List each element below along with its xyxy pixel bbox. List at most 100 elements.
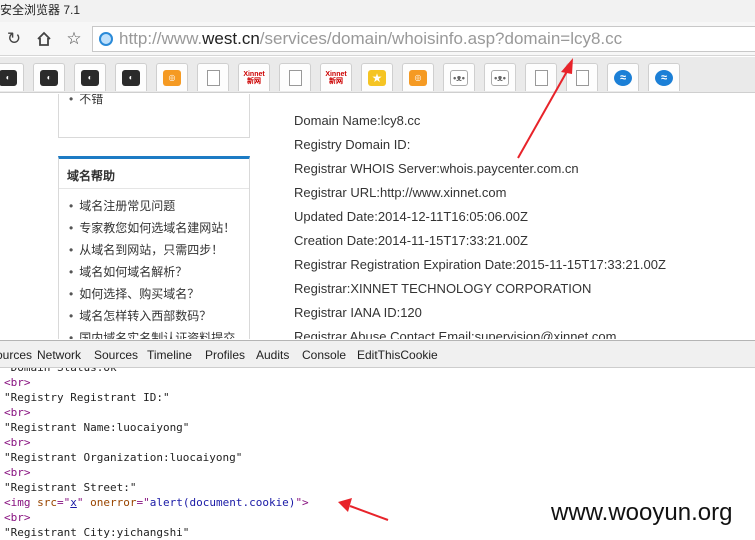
browser-tab[interactable]: •ᴥ• (484, 63, 516, 91)
xinnet-favicon-icon: Xinnet 新网 (243, 69, 265, 86)
url-prefix: http://www. (119, 29, 203, 48)
page-content: 不错 域名帮助 域名注册常见问题专家教您如何选域名建网站！从域名到网站，只需四步… (0, 94, 755, 339)
dark-favicon-icon: ◐ (81, 69, 99, 86)
browser-tab[interactable] (197, 63, 229, 91)
domain-help-link[interactable]: 如何选择、购买域名？ (69, 283, 249, 305)
br-tag-line: <br> (4, 406, 31, 419)
title-bar: 安全浏览器 7.1 (0, 0, 755, 22)
domain-help-link[interactable]: 域名注册常见问题 (69, 195, 249, 217)
cat-favicon-icon: •ᴥ• (450, 69, 468, 86)
devtools-tab[interactable]: Timeline (147, 348, 192, 362)
domain-help-list: 域名注册常见问题专家教您如何选域名建网站！从域名到网站，只需四步！域名如何域名解… (59, 189, 249, 339)
browser-tab[interactable]: Xinnet 新网 (238, 63, 270, 91)
page-favicon-icon (288, 69, 302, 86)
onerror-equals: =" (136, 496, 150, 509)
img-tag-close: "> (295, 496, 309, 509)
browser-tab[interactable]: ★ (361, 63, 393, 91)
reload-icon[interactable]: ↻ (4, 29, 24, 49)
br-tag-line: <br> (4, 436, 31, 449)
url-domain: west.cn (202, 29, 260, 48)
browser-tab[interactable]: ≈ (607, 63, 639, 91)
domain-help-link[interactable]: 域名如何域名解析？ (69, 261, 249, 283)
bookmark-star-icon[interactable]: ☆ (64, 29, 84, 49)
br-tag-line: <br> (4, 376, 31, 389)
devtools-tab-bar: ources Network Sources Timeline Profiles Audi… (0, 340, 755, 368)
text-node-line: "Registrant Organization:luocaiyong" (4, 451, 243, 464)
src-equals: =" (57, 496, 71, 509)
src-quote: " (76, 496, 91, 509)
browser-tab[interactable] (566, 63, 598, 91)
browser-tab[interactable] (279, 63, 311, 91)
site-globe-icon (99, 32, 113, 46)
browser-tab[interactable]: ◎ (156, 63, 188, 91)
browser-tab[interactable]: ≈ (648, 63, 680, 91)
devtools-tab[interactable]: Console (302, 348, 346, 362)
browser-tab[interactable] (525, 63, 557, 91)
browser-tab[interactable]: ◐ (115, 63, 147, 91)
home-icon[interactable] (34, 29, 54, 49)
onerror-attribute: onerror (90, 496, 137, 509)
whois-line: Creation Date:2014-11-15T17:33:21.00Z (294, 233, 528, 248)
xinnet-logo-bottom: 新网 (247, 77, 261, 85)
domain-help-link[interactable]: 从域名到网站，只需四步！ (69, 239, 249, 261)
orange-favicon-icon: ◎ (163, 69, 181, 86)
domain-help-link[interactable]: 国内域名实名制认证资料提交 (69, 327, 249, 339)
img-tag-open: <img (4, 496, 38, 509)
browser-tab[interactable]: ◎ (402, 63, 434, 91)
domain-help-link[interactable]: 专家教您如何选域名建网站！ (69, 217, 249, 239)
onerror-value: alert(document.cookie) (149, 496, 296, 509)
whois-line: Registrar Abuse Contact Email:supervisio… (294, 329, 617, 339)
browser-tab[interactable]: Xinnet 新网 (320, 63, 352, 91)
whois-line: Registrar Registration Expiration Date:2… (294, 257, 666, 272)
browser-tab[interactable]: •ᴥ• (443, 63, 475, 91)
browser-tab[interactable]: ◐ (74, 63, 106, 91)
xinnet-logo-top: Xinnet (325, 70, 347, 78)
whois-line: Updated Date:2014-12-11T16:05:06.00Z (294, 209, 528, 224)
text-node-line: "Registry Registrant ID:" (4, 391, 170, 404)
window-title: 安全浏览器 7.1 (0, 3, 81, 17)
devtools-tab[interactable]: Profiles (205, 348, 245, 362)
whois-line: Registrar IANA ID:120 (294, 305, 422, 320)
whois-line: Registrar WHOIS Server:whois.paycenter.c… (294, 161, 579, 176)
whois-info: Domain Name:lcy8.cc Registry Domain ID: Re… (294, 112, 666, 339)
devtools-tab[interactable]: Audits (256, 348, 289, 362)
dark-favicon-icon: ◐ (122, 69, 140, 86)
domain-help-link[interactable]: 域名怎样转入西部数码？ (69, 305, 249, 327)
page-favicon-icon (534, 69, 548, 86)
browser-tab[interactable]: ◐ (33, 63, 65, 91)
navigation-bar: ↻ ☆ http://www.west.cn/services/domain/w… (0, 22, 755, 56)
text-node-line: "Registrant Street:" (4, 481, 137, 494)
page-favicon-icon (575, 69, 589, 86)
text-node-line: "Domain Status:ok" (4, 368, 123, 375)
text-node-line: "Registrant City:yichangshi" (4, 526, 190, 539)
watermark: www.wooyun.org (551, 499, 733, 526)
browser-tab[interactable]: ◐ (0, 63, 24, 91)
devtools-tab[interactable]: Network (37, 348, 81, 362)
dark-favicon-icon: ◐ (40, 69, 58, 86)
text-node-line: "Registrant Name:luocaiyong" (4, 421, 190, 434)
devtools-tab[interactable]: ources (0, 348, 32, 362)
xinnet-logo-bottom: 新网 (329, 77, 343, 85)
blue-favicon-icon: ≈ (655, 69, 673, 86)
xinnet-favicon-icon: Xinnet 新网 (325, 69, 347, 86)
devtools-tab[interactable]: EditThisCookie (357, 348, 438, 362)
page-favicon-icon (206, 69, 220, 86)
whois-line: Registrar:XINNET TECHNOLOGY CORPORATION (294, 281, 592, 296)
orange-favicon-icon: ◎ (409, 69, 427, 86)
br-tag-line: <br> (4, 466, 31, 479)
devtools-tab[interactable]: Sources (94, 348, 138, 362)
domain-help-title: 域名帮助 (59, 159, 249, 189)
xinnet-logo-top: Xinnet (243, 70, 265, 78)
url-path: /services/domain/whoisinfo.asp?domain=lc… (259, 29, 623, 48)
src-value[interactable]: x (70, 496, 77, 509)
br-tag-line: <br> (4, 511, 31, 524)
cat-favicon-icon: •ᴥ• (491, 69, 509, 86)
sidebar-box-top: 不错 (58, 94, 250, 138)
whois-line: Registry Domain ID: (294, 137, 411, 152)
whois-line: Domain Name:lcy8.cc (294, 113, 421, 128)
domain-help-box: 域名帮助 域名注册常见问题专家教您如何选域名建网站！从域名到网站，只需四步！域名… (58, 156, 250, 339)
address-bar[interactable]: http://www.west.cn/services/domain/whois… (92, 26, 755, 52)
tab-strip: ◐ ◐ ◐ ◐ ◎ Xinnet 新网 Xinnet 新网 ★ ◎ •ᴥ• •ᴥ• ≈ ≈ (0, 57, 755, 93)
injected-img-tag-line: <img src="x" onerror="alert(document.coo… (4, 495, 309, 510)
sidebar-top-item[interactable]: 不错 (69, 94, 249, 110)
